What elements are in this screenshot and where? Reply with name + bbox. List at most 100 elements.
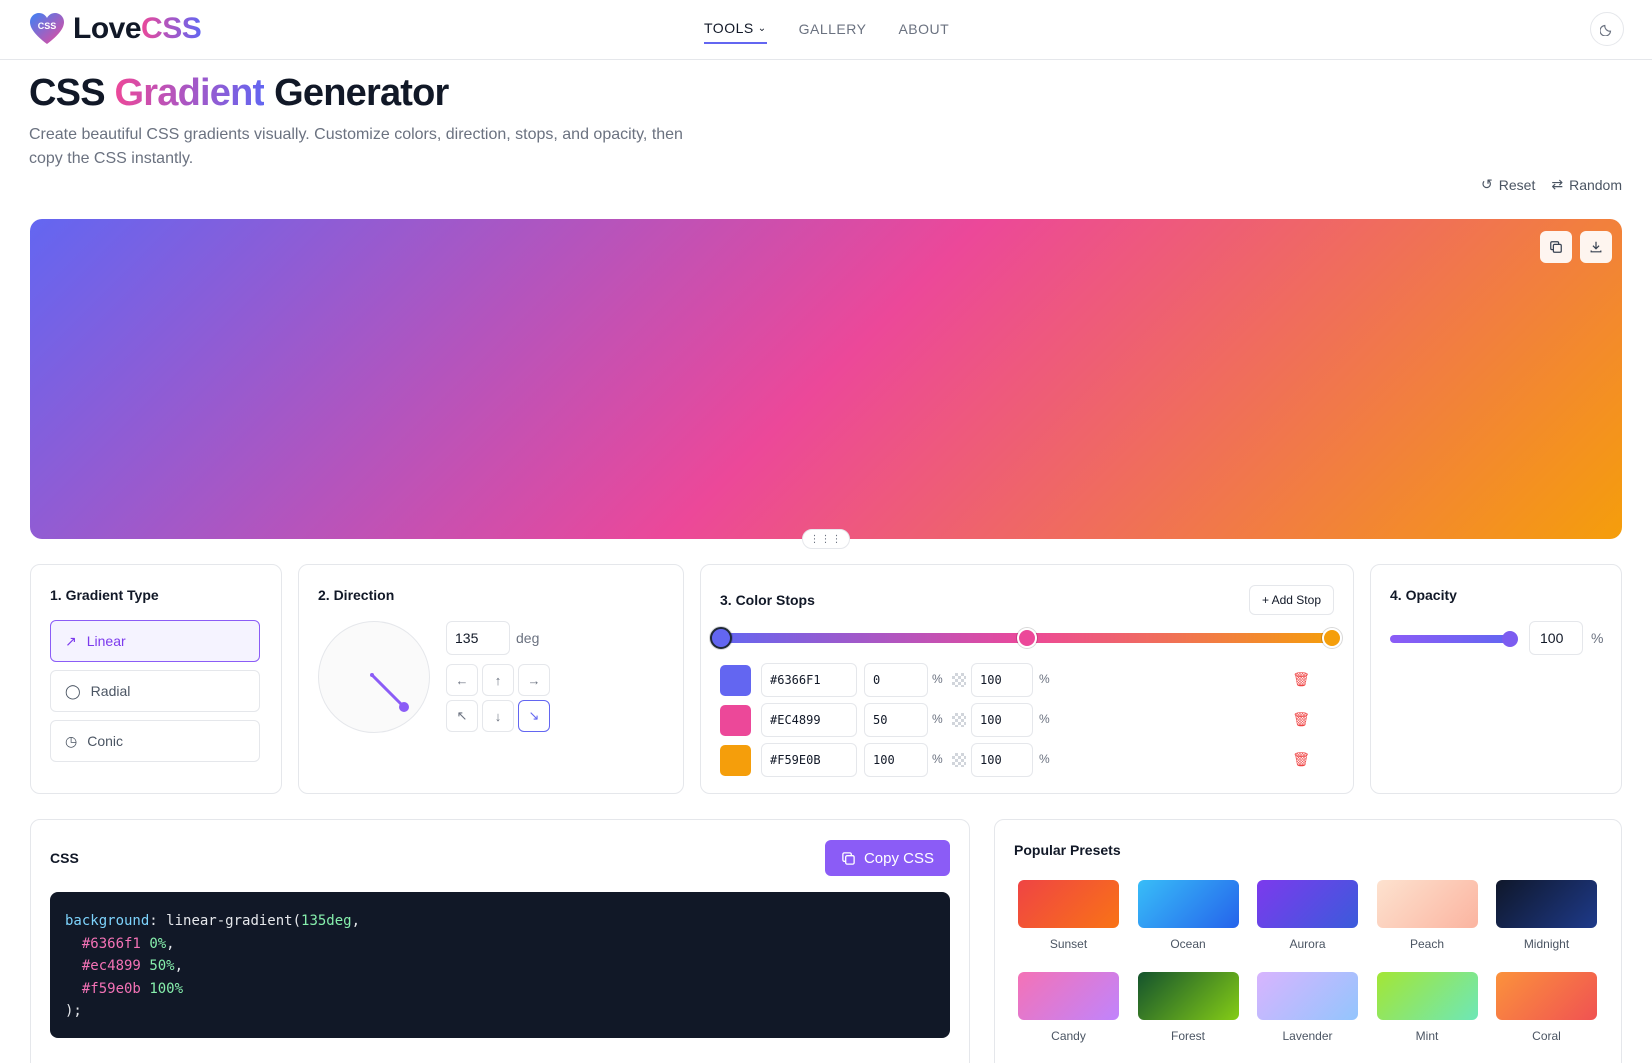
preset-candy[interactable]: Candy <box>1018 972 1119 1043</box>
preset-swatch[interactable] <box>1496 972 1597 1020</box>
panel-title: 4. Opacity <box>1390 587 1457 603</box>
stop-handle[interactable] <box>1017 628 1037 648</box>
copy-icon <box>842 851 855 865</box>
direction-right-button[interactable]: → <box>518 664 550 696</box>
gradient-type-panel: 1. Gradient Type ↗ Linear ◯ Radial ◷ Conic <box>30 564 282 794</box>
preset-swatch[interactable] <box>1018 972 1119 1020</box>
preset-swatch[interactable] <box>1376 880 1478 928</box>
color-swatch[interactable] <box>720 665 751 696</box>
preset-peach[interactable]: Peach <box>1376 880 1478 951</box>
stop-position-input[interactable]: 0 <box>864 663 928 697</box>
stop-position-input[interactable]: 50 <box>864 703 928 737</box>
presets-panel: Popular Presets Sunset Ocean Aurora Peach Mi… <box>994 819 1622 1063</box>
percent-label: % <box>1039 672 1050 686</box>
preset-midnight[interactable]: Midnight <box>1496 880 1597 951</box>
panel-title: 2. Direction <box>318 587 395 603</box>
stop-hex-input[interactable]: #EC4899 <box>761 703 857 737</box>
nav-tools[interactable]: TOOLS ⌄ <box>704 20 767 44</box>
angle-dial[interactable] <box>318 621 430 733</box>
type-conic-option[interactable]: ◷ Conic <box>50 720 260 762</box>
clock-icon: ◷ <box>65 732 78 749</box>
shuffle-icon: ⇄ <box>1551 176 1564 192</box>
heart-logo-icon: CSS <box>29 12 65 46</box>
preset-coral[interactable]: Coral <box>1496 972 1597 1043</box>
add-stop-button[interactable]: + Add Stop <box>1248 585 1334 615</box>
angle-input[interactable]: 135 <box>446 621 510 655</box>
download-button[interactable] <box>1580 231 1612 263</box>
download-icon <box>1590 241 1602 253</box>
type-linear-option[interactable]: ↗ Linear <box>50 620 260 662</box>
preset-swatch[interactable] <box>1376 972 1478 1020</box>
stop-opacity-input[interactable]: 100 <box>971 663 1033 697</box>
arrow-down-icon: ↓ <box>494 708 502 724</box>
color-swatch[interactable] <box>720 745 751 776</box>
angle-unit: deg <box>516 630 540 646</box>
percent-label: % <box>1039 712 1050 726</box>
stop-hex-input[interactable]: #F59E0B <box>761 743 857 777</box>
copy-icon <box>1550 241 1562 253</box>
random-button[interactable]: ⇄ Random <box>1551 176 1622 193</box>
preset-swatch[interactable] <box>1018 880 1119 928</box>
opacity-panel: 4. Opacity 100 % <box>1370 564 1622 794</box>
stop-handle[interactable] <box>1322 628 1342 648</box>
preset-forest[interactable]: Forest <box>1137 972 1239 1043</box>
circle-icon: ◯ <box>65 682 81 699</box>
stop-row: #F59E0B 100 % 100 % 🗑 <box>720 743 1334 777</box>
panel-title: 1. Gradient Type <box>50 587 159 603</box>
stop-handle[interactable] <box>710 627 732 649</box>
color-stops-panel: 3. Color Stops + Add Stop #6366F1 0 % 10… <box>700 564 1354 794</box>
nav-gallery[interactable]: GALLERY <box>799 20 867 44</box>
logo[interactable]: CSS LoveCSS <box>29 12 202 46</box>
preset-name: Candy <box>1051 1029 1086 1043</box>
moon-icon <box>1600 24 1612 36</box>
arrow-up-left-icon: ↖ <box>456 708 468 723</box>
direction-up-button[interactable]: ↑ <box>482 664 514 696</box>
chevron-down-icon: ⌄ <box>757 22 767 34</box>
preset-swatch[interactable] <box>1137 972 1239 1020</box>
copy-css-button[interactable]: Copy CSS <box>824 840 950 876</box>
opacity-slider-thumb[interactable] <box>1502 631 1518 647</box>
preset-swatch[interactable] <box>1137 880 1239 928</box>
trash-icon[interactable]: 🗑 <box>1292 751 1310 768</box>
preset-mint[interactable]: Mint <box>1376 972 1478 1043</box>
direction-up-left-button[interactable]: ↖ <box>446 700 478 732</box>
opacity-input[interactable]: 100 <box>1529 621 1583 655</box>
gradient-preview <box>30 219 1622 539</box>
stop-row: #EC4899 50 % 100 % 🗑 <box>720 703 1334 737</box>
nav-about[interactable]: ABOUT <box>898 20 949 44</box>
arrow-right-icon: → <box>527 672 541 688</box>
arrow-up-icon: ↑ <box>494 672 502 688</box>
trash-icon[interactable]: 🗑 <box>1292 671 1310 688</box>
percent-label: % <box>932 672 943 686</box>
preset-aurora[interactable]: Aurora <box>1257 880 1358 951</box>
preset-ocean[interactable]: Ocean <box>1137 880 1239 951</box>
color-swatch[interactable] <box>720 705 751 736</box>
preset-swatch[interactable] <box>1257 880 1358 928</box>
opacity-checker-icon <box>952 753 966 767</box>
preset-swatch[interactable] <box>1496 880 1597 928</box>
copy-preview-button[interactable] <box>1540 231 1572 263</box>
direction-left-button[interactable]: ← <box>446 664 478 696</box>
preset-name: Midnight <box>1523 937 1570 951</box>
stop-opacity-input[interactable]: 100 <box>971 743 1033 777</box>
resize-handle[interactable]: ⋮⋮⋮ <box>802 529 850 549</box>
preset-sunset[interactable]: Sunset <box>1018 880 1119 951</box>
arrow-left-icon: ← <box>455 672 469 688</box>
preset-name: Sunset <box>1049 937 1088 951</box>
opacity-slider-track[interactable] <box>1390 635 1510 643</box>
type-radial-option[interactable]: ◯ Radial <box>50 670 260 712</box>
preset-name: Ocean <box>1170 937 1206 951</box>
direction-down-right-button[interactable]: ↘ <box>518 700 550 732</box>
theme-toggle-button[interactable] <box>1590 12 1624 46</box>
main-nav: TOOLS ⌄ GALLERY ABOUT <box>704 20 949 44</box>
preset-lavender[interactable]: Lavender <box>1257 972 1358 1043</box>
trash-icon[interactable]: 🗑 <box>1292 711 1310 728</box>
css-code-block[interactable]: background: linear-gradient(135deg, #636… <box>50 892 950 1038</box>
reset-button[interactable]: ↺ Reset <box>1481 176 1535 193</box>
stop-position-input[interactable]: 100 <box>864 743 928 777</box>
stop-opacity-input[interactable]: 100 <box>971 703 1033 737</box>
stop-hex-input[interactable]: #6366F1 <box>761 663 857 697</box>
preset-swatch[interactable] <box>1257 972 1358 1020</box>
preset-name: Lavender <box>1282 1029 1333 1043</box>
direction-down-button[interactable]: ↓ <box>482 700 514 732</box>
